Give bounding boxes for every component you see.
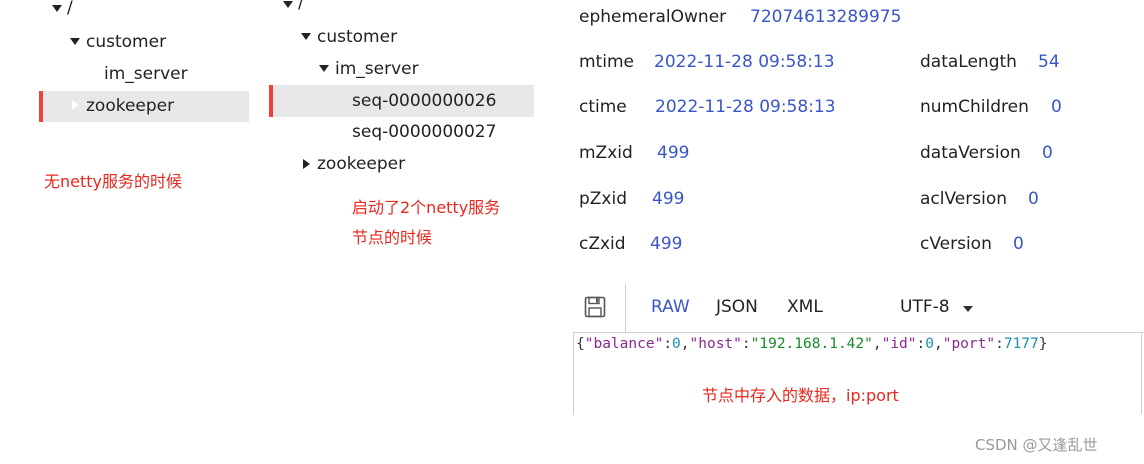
data-json-line: {"balance":0,"host":"192.168.1.42","id":… [576,336,1048,352]
json-brace: } [1038,336,1048,352]
stat-label-ctime: ctime [579,97,627,117]
tab-json[interactable]: JSON [716,297,758,317]
stat-value-data-version: 0 [1042,143,1053,163]
stat-value-ephemeral-owner: 72074613289975 [750,7,900,27]
collapse-caret-icon[interactable] [72,100,79,110]
json-number: 0 [925,336,934,352]
stat-value-num-children: 0 [1051,97,1062,117]
expand-caret-icon[interactable] [319,65,329,72]
expand-caret-icon[interactable] [283,1,293,8]
stat-value-czxid: 499 [650,234,683,254]
tree-selection-indicator [269,85,273,117]
tree-root-node[interactable]: / [67,0,73,19]
json-colon: : [663,336,673,352]
tree-node-zookeeper[interactable]: zookeeper [317,153,405,175]
stat-label-num-children: numChildren [920,97,1029,117]
annotation-two-netty-line1: 启动了2个netty服务 [352,198,501,217]
tree-node-zookeeper[interactable]: zookeeper [86,95,174,117]
annotation-node-data: 节点中存入的数据，ip:port [702,386,899,405]
json-colon: : [995,336,1004,352]
json-string: "192.168.1.42" [750,336,873,352]
annotation-no-netty: 无netty服务的时候 [44,172,183,191]
tab-xml[interactable]: XML [787,297,823,317]
expand-caret-icon[interactable] [301,33,311,40]
toolbar-divider [625,284,626,332]
stat-label-data-version: dataVersion [920,143,1021,163]
stat-label-acl-version: aclVersion [920,189,1008,209]
tab-raw[interactable]: RAW [651,297,690,317]
collapse-caret-icon[interactable] [303,159,310,169]
annotation-two-netty-line2: 节点的时候 [352,228,433,247]
json-colon: : [741,336,751,352]
stat-label-ephemeral-owner: ephemeralOwner [579,7,727,27]
stat-label-mzxid: mZxid [579,143,633,163]
save-icon[interactable] [584,296,606,318]
json-comma: , [933,336,943,352]
json-brace: { [576,336,585,352]
stat-value-c-version: 0 [1013,234,1024,254]
json-key: "id" [881,336,917,352]
tree-node-customer[interactable]: customer [317,26,397,48]
watermark: CSDN @又逢乱世 [975,436,1098,454]
expand-caret-icon[interactable] [70,38,80,45]
stat-label-c-version: cVersion [920,234,992,254]
stat-value-pzxid: 499 [652,189,685,209]
stat-label-data-length: dataLength [920,52,1017,72]
json-colon: : [916,336,926,352]
stat-value-mzxid: 499 [657,143,690,163]
stat-value-mtime: 2022-11-28 09:58:13 [654,52,835,72]
encoding-select[interactable]: UTF-8 [900,297,950,317]
json-number: 0 [672,336,681,352]
tree-node-im-server[interactable]: im_server [104,63,188,85]
stat-label-czxid: cZxid [579,234,626,254]
data-view-right-border [1141,332,1142,414]
tree-node-customer[interactable]: customer [86,31,166,53]
json-number: 7177 [1003,336,1039,352]
tree-node-seq-26[interactable]: seq-0000000026 [352,90,496,112]
stat-label-mtime: mtime [579,52,634,72]
expand-caret-icon[interactable] [52,5,62,12]
json-comma: , [680,336,690,352]
tree-node-im-server[interactable]: im_server [335,58,419,80]
tree-root-node[interactable]: / [298,0,304,14]
stat-value-data-length: 54 [1038,52,1060,72]
json-key: "host" [689,336,742,352]
chevron-down-icon[interactable] [963,306,973,312]
stat-value-acl-version: 0 [1028,189,1039,209]
tree-selection-indicator [39,91,43,122]
tree-node-seq-27[interactable]: seq-0000000027 [352,121,496,143]
json-comma: , [872,336,882,352]
stat-label-pzxid: pZxid [579,189,628,209]
json-key: "port" [942,336,996,352]
stat-value-ctime: 2022-11-28 09:58:13 [655,97,836,117]
json-key: "balance" [584,336,664,352]
